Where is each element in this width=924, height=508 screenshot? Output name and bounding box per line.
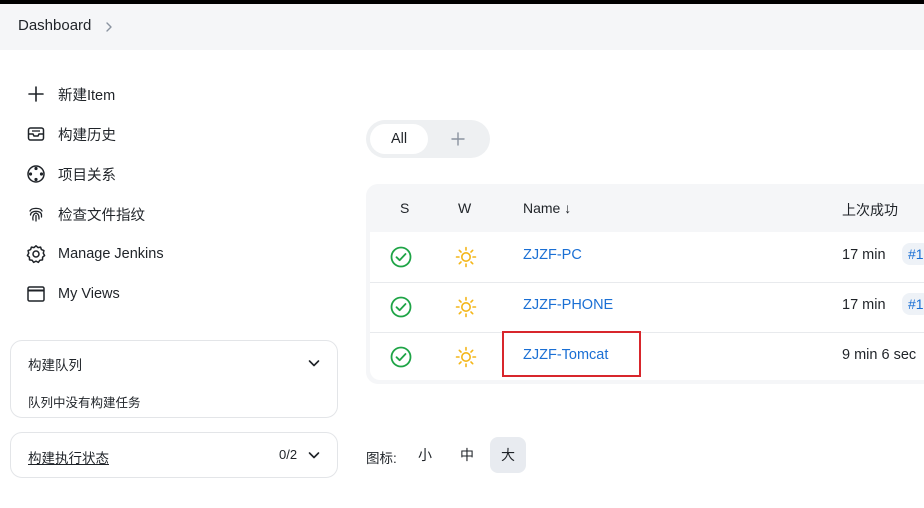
last-success-time: 17 min — [842, 247, 886, 263]
column-header-name[interactable]: Name ↓ — [523, 200, 571, 216]
fingerprint-icon — [24, 202, 48, 226]
inbox-icon — [24, 122, 48, 146]
sunny-weather-icon — [455, 296, 477, 318]
build-queue-title: 构建队列 — [28, 358, 82, 373]
sidebar-item-project-relation[interactable]: 项目关系 — [24, 161, 116, 187]
relation-icon — [24, 162, 48, 186]
last-success-time: 9 min 6 sec — [842, 347, 917, 363]
sidebar-item-build-history[interactable]: 构建历史 — [24, 121, 116, 147]
highlight-box — [502, 331, 641, 377]
table-row: ZJZF-Tomcat 9 min 6 sec — [370, 332, 924, 382]
build-number-link[interactable]: #1 — [902, 243, 924, 265]
chevron-down-icon[interactable] — [307, 448, 321, 462]
job-link[interactable]: ZJZF-PHONE — [523, 297, 613, 313]
icon-size-small[interactable]: 小 — [407, 437, 443, 473]
chevron-right-icon[interactable] — [103, 21, 115, 33]
sidebar-item-fingerprint[interactable]: 检查文件指纹 — [24, 201, 145, 227]
success-check-icon — [390, 296, 412, 318]
sunny-weather-icon — [455, 246, 477, 268]
table-body: ZJZF-PC 17 min #1 ZJZF-PHONE 17 min #1 Z… — [370, 232, 924, 380]
sidebar-item-new-item[interactable]: 新建Item — [24, 81, 115, 107]
window-icon — [24, 282, 48, 306]
add-view-icon[interactable] — [450, 131, 466, 147]
last-success-time: 17 min — [842, 297, 886, 313]
breadcrumb-dashboard[interactable]: Dashboard — [18, 17, 91, 34]
table-row: ZJZF-PC 17 min #1 — [370, 232, 924, 283]
icon-size-label: 图标: — [366, 451, 397, 466]
sidebar-item-label: Manage Jenkins — [58, 246, 164, 262]
table-row: ZJZF-PHONE 17 min #1 — [370, 282, 924, 333]
sidebar-item-my-views[interactable]: My Views — [24, 281, 120, 307]
executor-status-panel: 构建执行状态 0/2 — [10, 432, 338, 478]
breadcrumb: Dashboard — [0, 4, 924, 50]
tab-all[interactable]: All — [370, 124, 428, 154]
column-header-status[interactable]: S — [400, 200, 409, 216]
build-queue-panel: 构建队列 队列中没有构建任务 — [10, 340, 338, 418]
executor-count: 0/2 — [279, 447, 298, 462]
jobs-table: S W Name ↓ 上次成功 ZJZF-PC 17 min #1 ZJZF-P… — [366, 184, 924, 384]
chevron-down-icon[interactable] — [307, 356, 321, 370]
column-header-last-success[interactable]: 上次成功 — [842, 200, 898, 220]
success-check-icon — [390, 346, 412, 368]
view-tabs: All — [366, 120, 490, 158]
sidebar-item-manage-jenkins[interactable]: Manage Jenkins — [24, 241, 164, 267]
success-check-icon — [390, 246, 412, 268]
sidebar-item-label: My Views — [58, 286, 120, 302]
gear-icon — [24, 242, 48, 266]
executor-status-link[interactable]: 构建执行状态 — [28, 447, 109, 467]
sidebar-item-label: 新建Item — [58, 87, 116, 104]
icon-size-medium[interactable]: 中 — [449, 437, 485, 473]
plus-icon — [24, 82, 48, 106]
sidebar-item-label: 项目关系 — [58, 167, 116, 184]
icon-size-large[interactable]: 大 — [490, 437, 526, 473]
column-header-weather[interactable]: W — [458, 200, 471, 216]
job-link[interactable]: ZJZF-PC — [523, 247, 582, 263]
sunny-weather-icon — [455, 346, 477, 368]
build-queue-empty-text: 队列中没有构建任务 — [28, 396, 141, 410]
build-number-link[interactable]: #1 — [902, 293, 924, 315]
sidebar-item-label: 构建历史 — [58, 127, 116, 144]
sidebar-item-label: 检查文件指纹 — [58, 207, 145, 224]
